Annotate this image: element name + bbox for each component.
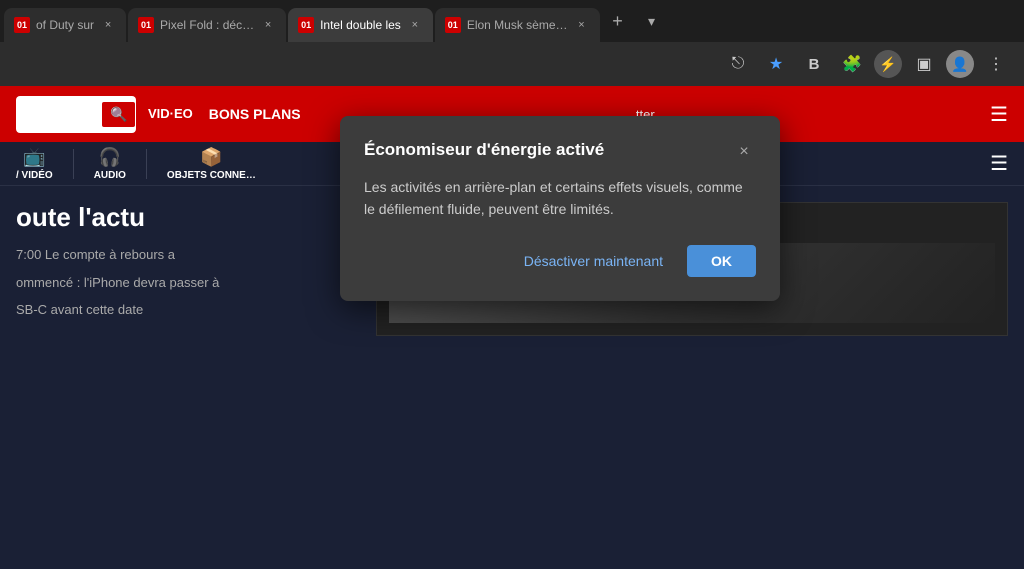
tab-dropdown-button[interactable]: ▾: [638, 7, 666, 35]
star-icon: ★: [769, 54, 783, 74]
page-content: 🔍 VID·EO BONS PLANS tter ☰ 📺 / VIDÉO 🎧 A…: [0, 86, 1024, 569]
new-tab-button[interactable]: +: [602, 5, 634, 37]
tab-2-close[interactable]: ×: [260, 17, 276, 33]
tab-bar: 01 of Duty sur × 01 Pixel Fold : déc… × …: [0, 0, 1024, 42]
bookmark-button[interactable]: ★: [760, 48, 792, 80]
popup-body: Les activités en arrière-plan et certain…: [364, 176, 756, 221]
tab-3-title: Intel double les: [320, 18, 401, 32]
tab-3[interactable]: 01 Intel double les ×: [288, 8, 433, 42]
tab-2-title: Pixel Fold : déc…: [160, 18, 254, 32]
tab-2[interactable]: 01 Pixel Fold : déc… ×: [128, 8, 286, 42]
popup-actions: Désactiver maintenant OK: [364, 245, 756, 277]
bold-extension-button[interactable]: B: [798, 48, 830, 80]
share-icon: ⎋: [732, 55, 745, 73]
more-icon: ⋮: [988, 54, 1004, 74]
deactivate-button[interactable]: Désactiver maintenant: [512, 245, 675, 277]
popup-overlay: Économiseur d'énergie activé × Les activ…: [0, 86, 1024, 569]
energy-saver-popup: Économiseur d'énergie activé × Les activ…: [340, 116, 780, 301]
browser-chrome: 01 of Duty sur × 01 Pixel Fold : déc… × …: [0, 0, 1024, 86]
profile-avatar[interactable]: 👤: [946, 50, 974, 78]
tab-4-favicon: 01: [445, 17, 461, 33]
more-options-button[interactable]: ⋮: [980, 48, 1012, 80]
sidebar-button[interactable]: ▣: [908, 48, 940, 80]
tab-1-title: of Duty sur: [36, 18, 94, 32]
tab-4-close[interactable]: ×: [574, 17, 590, 33]
tab-1-favicon: 01: [14, 17, 30, 33]
share-button[interactable]: ⎋: [722, 48, 754, 80]
popup-header: Économiseur d'énergie activé ×: [364, 140, 756, 164]
tab-3-favicon: 01: [298, 17, 314, 33]
bold-icon: B: [809, 56, 820, 73]
energy-icon: ⚡: [879, 56, 896, 73]
ok-button[interactable]: OK: [687, 245, 756, 277]
extensions-button[interactable]: 🧩: [836, 48, 868, 80]
avatar-image: 👤: [951, 56, 968, 73]
popup-close-button[interactable]: ×: [732, 140, 756, 164]
tab-2-favicon: 01: [138, 17, 154, 33]
puzzle-icon: 🧩: [842, 54, 862, 74]
tab-4-title: Elon Musk sème…: [467, 18, 568, 32]
tab-1-close[interactable]: ×: [100, 17, 116, 33]
sidebar-icon: ▣: [916, 54, 931, 74]
popup-title: Économiseur d'énergie activé: [364, 140, 604, 160]
energy-saver-button[interactable]: ⚡: [874, 50, 902, 78]
tab-3-close[interactable]: ×: [407, 17, 423, 33]
tab-1[interactable]: 01 of Duty sur ×: [4, 8, 126, 42]
tab-4[interactable]: 01 Elon Musk sème… ×: [435, 8, 600, 42]
toolbar: ⎋ ★ B 🧩 ⚡ ▣ 👤 ⋮: [0, 42, 1024, 86]
